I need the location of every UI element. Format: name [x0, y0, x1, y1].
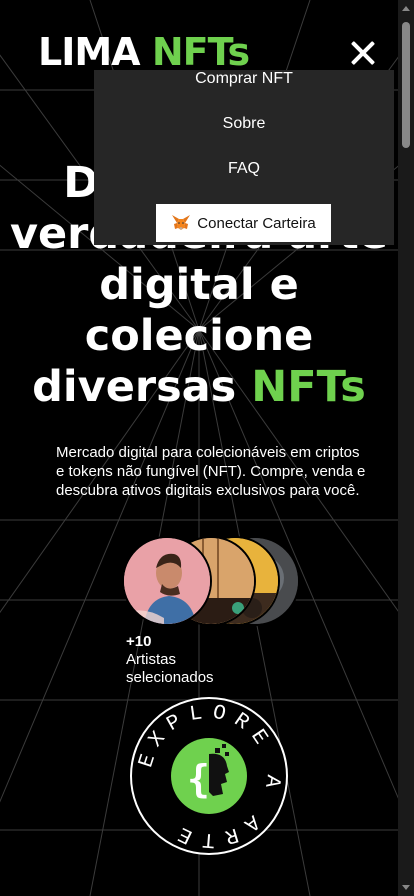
connect-wallet-button[interactable]: Conectar Carteira: [156, 204, 331, 242]
artists-count-label: Artistas: [126, 651, 177, 668]
metamask-fox-icon: [172, 215, 191, 230]
artists-count-number: +10: [126, 633, 152, 650]
hero-title-accent: NFTs: [251, 362, 366, 412]
scrollbar[interactable]: [398, 0, 414, 896]
hero-description: Mercado digital para colecionáveis em cr…: [56, 444, 366, 499]
artist-avatars: [122, 536, 302, 626]
logo-main: LIMA: [38, 30, 141, 74]
hero-title-line: colecione: [84, 311, 314, 361]
connect-wallet-label: Conectar Carteira: [197, 214, 316, 232]
logo-accent: NFTs: [151, 30, 250, 74]
artists-count: +10 Artistas selecionados: [126, 633, 214, 687]
artists-count-label: selecionados: [126, 669, 214, 686]
scrollbar-thumb[interactable]: [402, 22, 410, 148]
hero-title-line: digital e: [99, 260, 299, 310]
menu-item-sobre[interactable]: Sobre: [94, 115, 394, 133]
close-icon[interactable]: [346, 36, 380, 70]
dropdown-menu: Comprar NFT Sobre FAQ Conectar Carteira: [94, 70, 394, 245]
scroll-down-icon[interactable]: [402, 885, 410, 890]
svg-text:{: {: [187, 757, 210, 801]
avatar-image: [124, 538, 210, 624]
scroll-up-icon[interactable]: [402, 6, 410, 11]
hero-title-line: diversas NFTs: [0, 362, 398, 413]
explore-badge[interactable]: EXPLORE A ARTE {: [129, 696, 289, 856]
menu-item-faq[interactable]: FAQ: [94, 160, 394, 178]
menu-item-comprar-nft[interactable]: Comprar NFT: [94, 70, 394, 88]
hero-title-plain: diversas: [32, 362, 237, 412]
avatar: [122, 536, 212, 626]
logo[interactable]: LIMA NFTs: [38, 30, 250, 74]
site-header: LIMA NFTs: [38, 30, 250, 74]
